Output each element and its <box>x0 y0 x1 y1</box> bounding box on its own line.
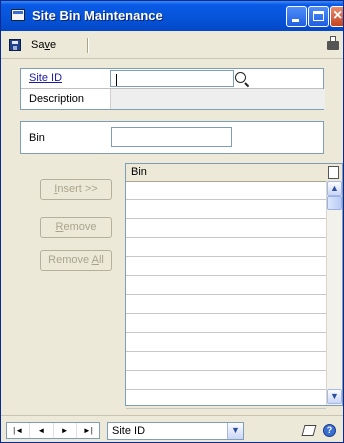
site-id-link[interactable]: Site ID <box>29 72 62 84</box>
bin-column-header[interactable]: Bin <box>131 166 147 178</box>
table-row[interactable] <box>126 257 326 276</box>
scroll-thumb[interactable] <box>327 196 342 210</box>
status-bar: |◄ ◄ ► ►| Site ID ▼ ? <box>1 415 343 442</box>
site-bin-maintenance-window: Site Bin Maintenance × Save Site ID Desc… <box>0 0 344 443</box>
maximize-icon <box>313 11 324 21</box>
table-row[interactable] <box>126 390 326 409</box>
grid-header: Bin <box>126 164 342 182</box>
print-icon[interactable] <box>327 36 339 50</box>
record-navigator: |◄ ◄ ► ►| <box>6 422 100 439</box>
insert-button[interactable]: Insert >> <box>40 179 112 200</box>
site-id-field[interactable] <box>110 70 234 87</box>
note-icon[interactable] <box>328 166 339 179</box>
help-icon[interactable]: ? <box>323 424 336 437</box>
text-cursor <box>116 74 117 86</box>
site-header-section: Site ID Description <box>20 68 325 110</box>
title-bar[interactable]: Site Bin Maintenance × <box>1 1 343 31</box>
table-row[interactable] <box>126 333 326 352</box>
minimize-icon <box>292 19 299 22</box>
description-label: Description <box>29 93 85 105</box>
chevron-down-icon[interactable]: ▼ <box>227 423 243 439</box>
remove-button[interactable]: Remove <box>40 217 112 238</box>
table-row[interactable] <box>126 200 326 219</box>
previous-record-button[interactable]: ◄ <box>30 423 54 438</box>
toolbar: Save <box>1 31 343 59</box>
vertical-scrollbar[interactable]: ▲ ▼ <box>326 181 342 405</box>
table-row[interactable] <box>126 314 326 333</box>
description-field <box>110 89 325 109</box>
table-row[interactable] <box>126 352 326 371</box>
table-row[interactable] <box>126 371 326 390</box>
note-icon[interactable] <box>301 425 317 436</box>
scroll-down-button[interactable]: ▼ <box>327 389 342 404</box>
toolbar-separator <box>87 38 89 53</box>
save-label: Save <box>31 38 57 51</box>
table-row[interactable] <box>126 295 326 314</box>
save-button[interactable]: Save <box>9 35 56 54</box>
scroll-up-button[interactable]: ▲ <box>327 181 342 196</box>
table-row[interactable] <box>126 238 326 257</box>
last-record-button[interactable]: ►| <box>77 423 99 438</box>
lookup-magnifier-icon[interactable] <box>235 72 246 83</box>
close-icon: × <box>333 7 343 24</box>
table-row[interactable] <box>126 219 326 238</box>
sort-by-dropdown[interactable]: Site ID ▼ <box>107 422 244 440</box>
first-record-button[interactable]: |◄ <box>7 423 31 438</box>
bin-field[interactable] <box>111 127 232 147</box>
close-button[interactable]: × <box>330 6 343 27</box>
table-row[interactable] <box>126 276 326 295</box>
maximize-button[interactable] <box>308 6 329 27</box>
window-title: Site Bin Maintenance <box>32 8 163 23</box>
bin-entry-section: Bin <box>20 121 324 154</box>
next-record-button[interactable]: ► <box>54 423 77 438</box>
window-app-icon <box>11 9 25 21</box>
sort-by-value: Site ID <box>112 425 146 437</box>
minimize-button[interactable] <box>286 6 307 27</box>
bin-label: Bin <box>29 132 45 144</box>
bin-grid[interactable]: Bin ▲ ▼ <box>125 163 343 409</box>
save-disk-icon <box>9 38 21 51</box>
table-row[interactable] <box>126 181 326 200</box>
remove-all-button[interactable]: Remove All <box>40 250 112 271</box>
